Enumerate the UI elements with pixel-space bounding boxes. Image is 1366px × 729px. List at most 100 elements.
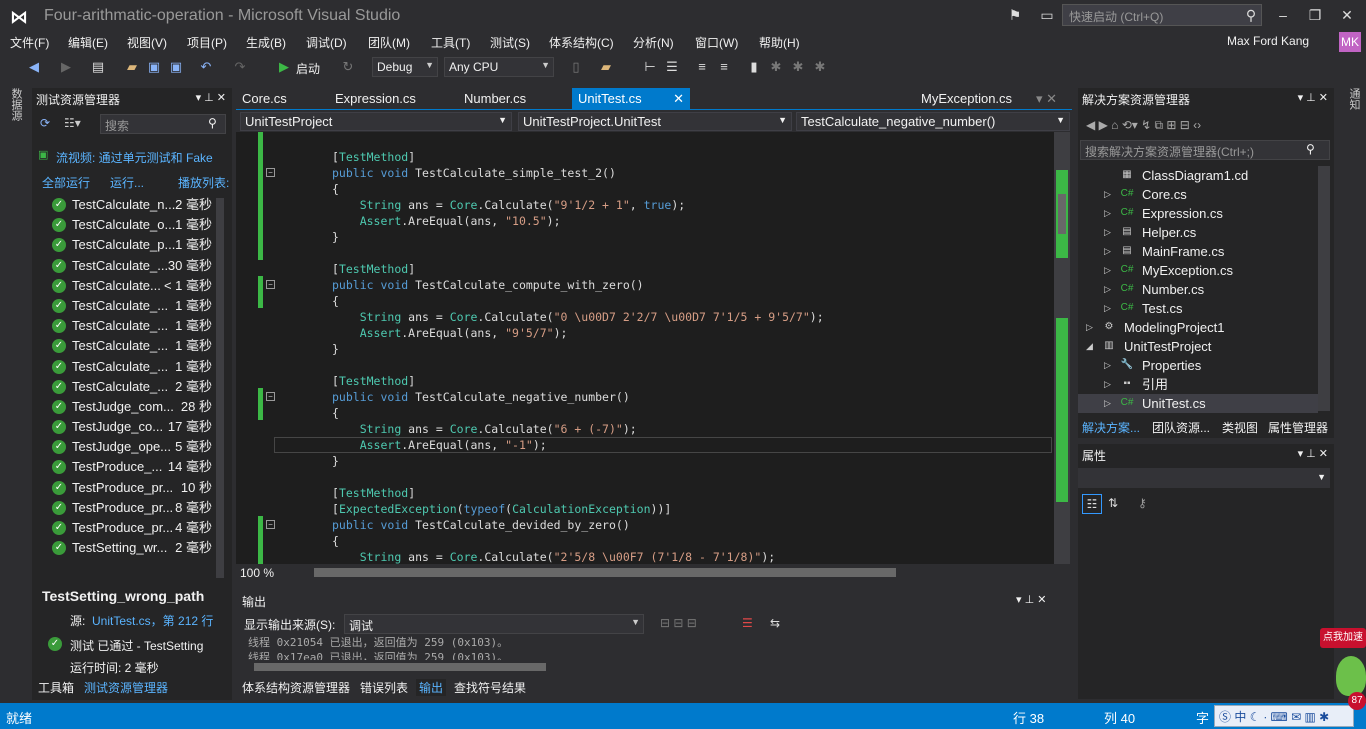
tab-property-manager[interactable]: 属性管理器 [1268,419,1328,436]
categorized-icon[interactable]: ☷ [1082,494,1102,514]
new-project-icon[interactable]: ▤ [90,59,106,75]
test-row[interactable]: ✓ TestCalculate_... 1 毫秒 [48,316,216,336]
test-row[interactable]: ✓ TestJudge_co... 17 毫秒 [48,417,216,437]
comment-icon[interactable]: ≡ [694,59,710,75]
menu-view[interactable]: 视图(V) [127,34,167,51]
test-list-scrollbar[interactable] [216,198,224,598]
configuration-select[interactable]: Debug ▼ [372,57,438,77]
speed-badge[interactable]: 87 [1348,692,1366,710]
horizontal-scroll-thumb[interactable] [314,568,896,577]
uncomment-icon[interactable]: ≡ [716,59,732,75]
minimize-button[interactable]: – [1270,4,1296,26]
test-row[interactable]: ✓ TestCalculate_... 1 毫秒 [48,296,216,316]
menu-edit[interactable]: 编辑(E) [68,34,108,51]
run-tests-icon[interactable]: ⟳ [40,116,50,130]
expanded-icon[interactable]: ◢ [1086,337,1093,356]
start-icon[interactable]: ▶ [276,59,292,75]
start-button[interactable]: 启动 [296,60,320,77]
tab-core-cs[interactable]: Core.cs [242,91,287,106]
playlist-link[interactable]: 流视频: 通过单元测试和 Fake [56,149,222,166]
menu-tools[interactable]: 工具(T) [431,34,470,51]
tab-number-cs[interactable]: Number.cs [464,91,526,106]
test-row[interactable]: ✓ TestProduce_pr... 8 毫秒 [48,498,216,518]
expand-icon[interactable]: ▷ [1104,223,1111,242]
expand-icon[interactable]: ▷ [1104,280,1111,299]
menu-architecture[interactable]: 体系结构(C) [549,34,614,51]
tab-team[interactable]: 团队资源... [1152,419,1210,436]
source-link[interactable]: UnitTest.cs，第 212 行 [92,612,213,629]
expand-icon[interactable]: ▷ [1104,394,1111,413]
class-nav-select[interactable]: UnitTestProject.UnitTest ▼ [518,112,792,131]
tab-test-explorer[interactable]: 测试资源管理器 [80,679,173,696]
notification-flag-icon[interactable]: ⚑ [1002,4,1028,26]
speed-up-ad[interactable]: 点我加速 [1320,628,1366,648]
menu-analyze[interactable]: 分析(N) [633,34,674,51]
alphabetical-icon[interactable]: ⇅ [1108,496,1118,510]
solution-item[interactable]: ▷ 🔧 Properties [1078,356,1318,375]
clear-bookmarks-icon[interactable]: ✱ [812,59,828,75]
group-by-icon[interactable]: ☷▾ [64,116,81,130]
collapse-icon[interactable]: − [266,392,275,401]
test-row[interactable]: ✓ TestProduce_... 14 毫秒 [48,457,216,477]
tab-output[interactable]: 输出 [416,679,447,696]
output-scrollbar[interactable] [236,660,1070,674]
tab-myexception-cs[interactable]: MyException.cs [921,91,1012,106]
redo-icon[interactable]: ↷ [232,59,248,75]
tab-toolbox[interactable]: 工具箱 [38,679,74,696]
prev-bookmark-icon[interactable]: ✱ [768,59,784,75]
test-row[interactable]: ✓ TestCalculate_... 1 毫秒 [48,357,216,377]
solution-item[interactable]: ▷ C# Number.cs [1078,280,1318,299]
attach-icon[interactable]: ▯ [568,59,584,75]
test-row[interactable]: ✓ TestJudge_com... 28 秒 [48,397,216,417]
expand-icon[interactable]: ▷ [1104,185,1111,204]
tab-class-view[interactable]: 类视图 [1222,419,1258,436]
panel-pin-close-icon[interactable]: ▾ ⊥ ✕ [1016,593,1046,606]
maximize-button[interactable]: ❐ [1302,4,1328,26]
output-scroll-thumb[interactable] [254,663,546,671]
indent-icon[interactable]: ☰ [664,59,680,75]
test-row[interactable]: ✓ TestCalculate_... 30 毫秒 [48,256,216,276]
tab-overflow-icon[interactable]: ▾ ✕ [1036,91,1057,107]
editor-vertical-scrollbar[interactable] [1054,132,1070,564]
collapse-icon[interactable]: − [266,520,275,529]
close-icon[interactable]: ✕ [673,91,684,107]
menu-test[interactable]: 测试(S) [490,34,530,51]
refresh-icon[interactable]: ↻ [340,59,356,75]
properties-object-select[interactable]: ▼ [1078,468,1330,488]
solution-toolbar-icons[interactable]: ◀ ▶ ⌂ ⟲▾ ↯ ⧉ ⊞ ⊟ ‹› [1086,118,1201,133]
tab-unittest-cs[interactable]: UnitTest.cs ✕ [572,88,690,110]
test-row[interactable]: ✓ TestCalculate_p... 1 毫秒 [48,235,216,255]
find-message-icon[interactable]: ⊟ ⊟ ⊟ [660,616,697,630]
panel-pin-close-icon[interactable]: ▾ ⊥ ✕ [196,91,226,104]
save-icon[interactable]: ▣ [146,59,162,75]
test-row[interactable]: ✓ TestCalculate_... 1 毫秒 [48,336,216,356]
tab-find-symbol-results[interactable]: 查找符号结果 [454,679,526,696]
collapse-icon[interactable]: − [266,280,275,289]
test-row[interactable]: ✓ TestProduce_pr... 4 毫秒 [48,518,216,538]
solution-item[interactable]: ▷ C# UnitTest.cs [1078,394,1318,413]
close-button[interactable]: ✕ [1334,4,1360,26]
test-row[interactable]: ✓ TestProduce_pr... 10 秒 [48,478,216,498]
forward-icon[interactable]: ▶ [58,59,74,75]
tab-architecture-explorer[interactable]: 体系结构资源管理器 [242,679,350,696]
undo-icon[interactable]: ↶ [198,59,214,75]
project-nav-select[interactable]: UnitTestProject ▼ [240,112,512,131]
solution-scrollbar[interactable] [1318,166,1330,411]
test-row[interactable]: ✓ TestCalculate_... 2 毫秒 [48,377,216,397]
tab-expression-cs[interactable]: Expression.cs [335,91,416,106]
solution-item[interactable]: ▷ ⚙ ModelingProject1 [1078,318,1318,337]
user-name[interactable]: Max Ford Kang [1227,34,1309,48]
data-sources-side-tab[interactable]: 数据源 [4,88,24,121]
code-editor[interactable]: − − − − [TestMethod] public void TestCalc… [236,132,1054,564]
platform-select[interactable]: Any CPU ▼ [444,57,554,77]
menu-team[interactable]: 团队(M) [368,34,410,51]
solution-search-input[interactable]: 搜索解决方案资源管理器(Ctrl+;) [1080,140,1330,160]
test-row[interactable]: ✓ TestCalculate_n... 2 毫秒 [48,195,216,215]
member-nav-select[interactable]: TestCalculate_negative_number() ▼ [796,112,1070,131]
tab-error-list[interactable]: 错误列表 [360,679,408,696]
test-row[interactable]: ✓ TestJudge_ope... 5 毫秒 [48,437,216,457]
avatar[interactable]: MK [1339,32,1361,52]
open-file-icon[interactable]: ▰ [124,59,140,75]
test-row[interactable]: ✓ TestSetting_wr... 2 毫秒 [48,538,216,558]
output-source-select[interactable]: 调试 ▼ [344,614,644,634]
